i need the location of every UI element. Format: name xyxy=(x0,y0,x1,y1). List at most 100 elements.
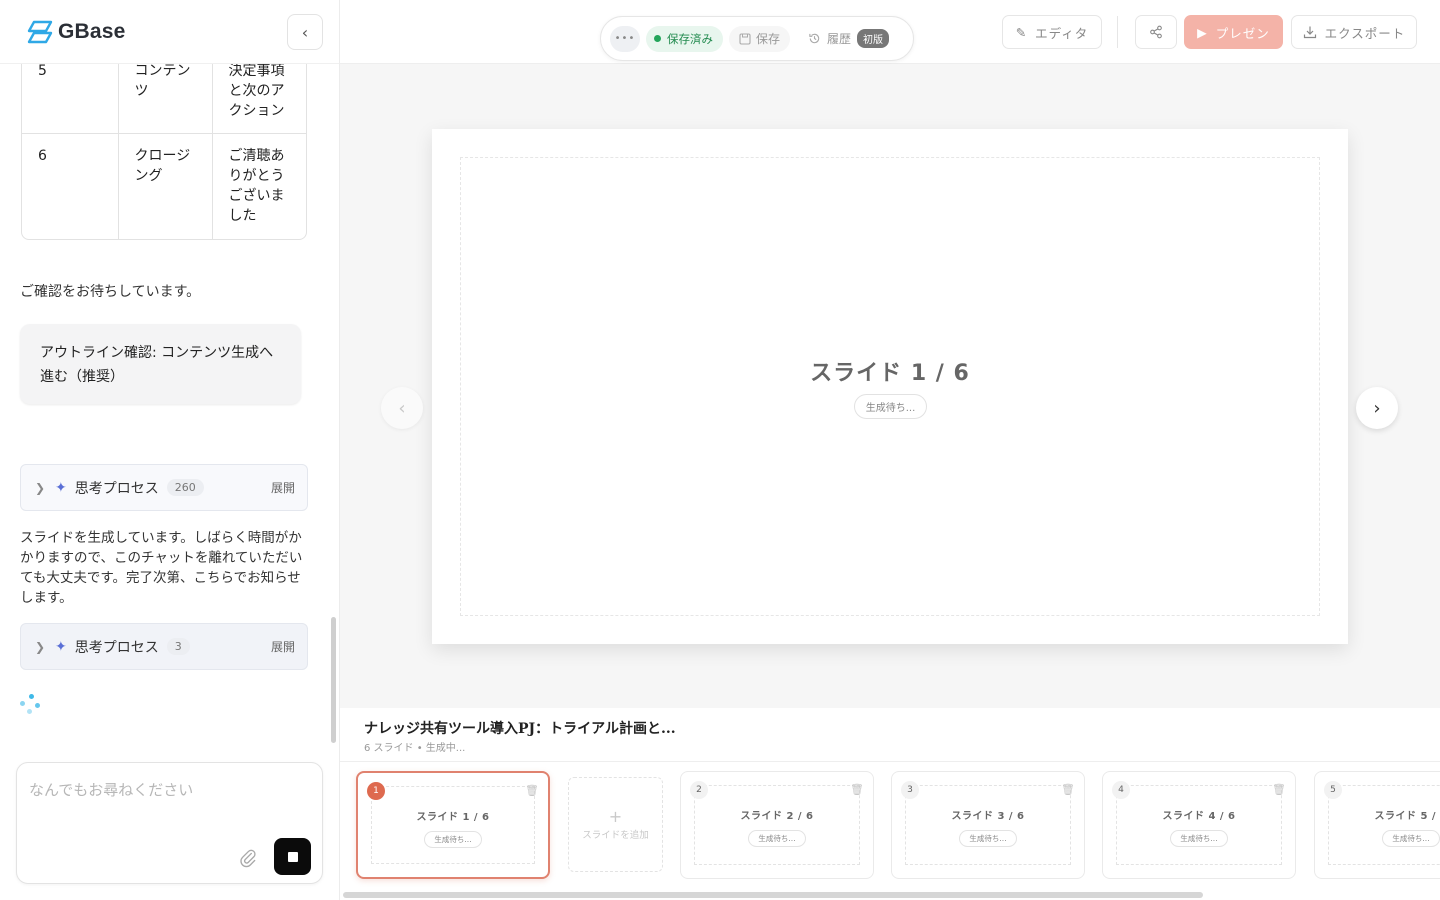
thinking-count-badge: 260 xyxy=(166,479,204,496)
next-slide-button[interactable]: › xyxy=(1356,387,1398,429)
floppy-disk-icon xyxy=(739,32,751,45)
deck-title: ナレッジ共有ツール導入PJ：トライアル計画と... xyxy=(364,721,676,737)
chat-scroll-area[interactable]: 5 コンテンツ 決定事項と次のアクション 6 クロージング ご清聴ありがとうござ… xyxy=(0,64,339,754)
trash-icon[interactable]: 🗑︎ xyxy=(1272,783,1286,796)
confirm-message: ご確認をお待ちしています。 xyxy=(20,284,201,300)
chevron-right-icon: ❯ xyxy=(35,480,46,495)
thumbnail-frame xyxy=(905,785,1071,865)
editor-label: エディタ xyxy=(1035,25,1089,41)
slide-content-area: スライド 1 / 6 生成待ち... xyxy=(460,157,1320,616)
add-slide-button[interactable]: + スライドを追加 xyxy=(568,777,663,872)
export-button[interactable]: エクスポート xyxy=(1291,15,1417,49)
top-toolbar: ••• 保存済み 保存 履歴 初版 ✎ エディタ ▶ プレゼン エクスポート xyxy=(340,0,1440,64)
slide-thumbnail[interactable]: 4 🗑︎ スライド 4 / 6 生成待ち... xyxy=(1102,771,1296,879)
present-button[interactable]: ▶ プレゼン xyxy=(1184,15,1283,49)
stop-icon xyxy=(287,851,298,862)
brand-name: GBase xyxy=(58,20,126,43)
thumbnail-status-badge: 生成待ち... xyxy=(959,830,1017,847)
add-slide-label: スライドを追加 xyxy=(582,829,649,841)
thinking-process-toggle[interactable]: ❯ ✦ 思考プロセス 3 展開 xyxy=(20,623,308,670)
thumbnail-frame xyxy=(694,785,860,865)
table-row: 5 コンテンツ 決定事項と次のアクション xyxy=(22,64,306,134)
slide-number-badge: 5 xyxy=(1324,781,1342,799)
chat-input[interactable] xyxy=(29,779,309,839)
thumbnail-status-badge: 生成待ち... xyxy=(1382,830,1440,847)
table-cell-content: ご清聴ありがとうございました xyxy=(228,147,285,224)
thumbnail-title: スライド 5 / 6 xyxy=(1374,811,1440,822)
slide-number-badge: 1 xyxy=(367,782,385,800)
thumbnail-frame xyxy=(371,786,535,864)
document-status-pill: ••• 保存済み 保存 履歴 初版 xyxy=(600,16,914,61)
table-cell-no: 5 xyxy=(22,64,119,134)
editor-button[interactable]: ✎ エディタ xyxy=(1002,15,1102,49)
thumbnail-status-badge: 生成待ち... xyxy=(748,830,806,847)
status-dot-icon xyxy=(654,35,661,42)
table-row: 6 クロージング ご清聴ありがとうございました xyxy=(22,133,306,239)
pencil-icon: ✎ xyxy=(1015,24,1028,40)
trash-icon[interactable]: 🗑︎ xyxy=(850,783,864,796)
chevron-right-icon: › xyxy=(1373,397,1381,419)
slide-stage: スライド 1 / 6 生成待ち... ‹ › xyxy=(340,64,1440,708)
thinking-label: 思考プロセス xyxy=(74,480,159,497)
collapse-panel-button[interactable]: ‹ xyxy=(287,14,323,50)
chevron-left-icon: ‹ xyxy=(301,22,309,42)
thumbnail-title: スライド 4 / 6 xyxy=(1162,811,1236,822)
saved-label: 保存済み xyxy=(667,31,713,46)
thumbnail-title: スライド 2 / 6 xyxy=(740,811,814,822)
strip-divider xyxy=(340,761,1440,762)
share-icon xyxy=(1150,25,1162,39)
history-button[interactable]: 履歴 初版 xyxy=(796,26,893,52)
stop-generation-button[interactable] xyxy=(274,838,311,875)
expand-link[interactable]: 展開 xyxy=(271,479,295,496)
thinking-count-badge: 3 xyxy=(166,638,190,655)
thinking-process-toggle[interactable]: ❯ ✦ 思考プロセス 260 展開 xyxy=(20,464,308,511)
slide-thumbnail[interactable]: 5 🗑︎ スライド 5 / 6 生成待ち... xyxy=(1314,771,1440,879)
slide-thumbnail[interactable]: 2 🗑︎ スライド 2 / 6 生成待ち... xyxy=(680,771,874,879)
chat-input-box xyxy=(16,762,323,884)
slide-title: スライド 1 / 6 xyxy=(810,361,970,386)
sparkle-icon: ✦ xyxy=(55,479,67,496)
grip-dots-icon[interactable]: ••• xyxy=(610,25,640,52)
sparkle-icon: ✦ xyxy=(55,638,67,655)
trash-icon[interactable]: 🗑︎ xyxy=(1061,783,1075,796)
suggestion-button[interactable]: アウトライン確認: コンテンツ生成へ進む（推奨） xyxy=(20,324,301,404)
chat-scrollbar[interactable] xyxy=(331,617,336,743)
paperclip-icon[interactable] xyxy=(238,848,258,868)
download-icon xyxy=(1303,26,1316,39)
table-cell-content: 決定事項と次のアクション xyxy=(212,64,306,134)
save-label: 保存 xyxy=(756,32,781,46)
brand-bar: GBase ‹ xyxy=(0,0,339,64)
slide-thumbnail-strip: ナレッジ共有ツール導入PJ：トライアル計画と... 6 スライド • 生成中..… xyxy=(340,708,1440,900)
loading-spinner-icon xyxy=(18,691,44,715)
saved-status-badge: 保存済み xyxy=(646,25,723,52)
thinking-label: 思考プロセス xyxy=(74,639,159,656)
table-cell-section: コンテンツ xyxy=(118,64,213,134)
slide-thumbnail[interactable]: 3 🗑︎ スライド 3 / 6 生成待ち... xyxy=(891,771,1085,879)
expand-link[interactable]: 展開 xyxy=(271,638,295,655)
plus-icon: + xyxy=(608,806,623,826)
generating-message: スライドを生成しています。しばらく時間がかかりますので、このチャットを離れていた… xyxy=(20,530,303,606)
thumbnail-status-badge: 生成待ち... xyxy=(1170,830,1228,847)
share-button[interactable] xyxy=(1135,15,1177,49)
play-icon: ▶ xyxy=(1197,24,1208,40)
previous-slide-button[interactable]: ‹ xyxy=(381,387,423,429)
thumbnail-title: スライド 1 / 6 xyxy=(416,812,490,823)
table-cell-section: クロージング xyxy=(118,133,213,239)
history-clock-icon xyxy=(809,33,820,44)
slide-thumbnail[interactable]: 1 🗑︎ スライド 1 / 6 生成待ち... xyxy=(356,771,550,879)
slide-status-badge: 生成待ち... xyxy=(854,394,927,419)
thumbnail-status-badge: 生成待ち... xyxy=(424,831,482,848)
table-cell-no: 6 xyxy=(22,133,119,239)
version-badge: 初版 xyxy=(857,29,890,48)
chevron-left-icon: ‹ xyxy=(398,397,406,419)
outline-table: 5 コンテンツ 決定事項と次のアクション 6 クロージング ご清聴ありがとうござ… xyxy=(21,64,307,240)
deck-subtitle: 6 スライド • 生成中... xyxy=(364,743,466,754)
slide-number-badge: 3 xyxy=(901,781,919,799)
thumbnail-frame xyxy=(1116,785,1282,865)
trash-icon[interactable]: 🗑︎ xyxy=(525,784,539,797)
history-label: 履歴 xyxy=(827,32,852,46)
slide-number-badge: 4 xyxy=(1112,781,1130,799)
thumbnail-scrollbar[interactable] xyxy=(343,892,1203,898)
slide-canvas[interactable]: スライド 1 / 6 生成待ち... xyxy=(432,129,1348,644)
save-button[interactable]: 保存 xyxy=(729,25,791,52)
